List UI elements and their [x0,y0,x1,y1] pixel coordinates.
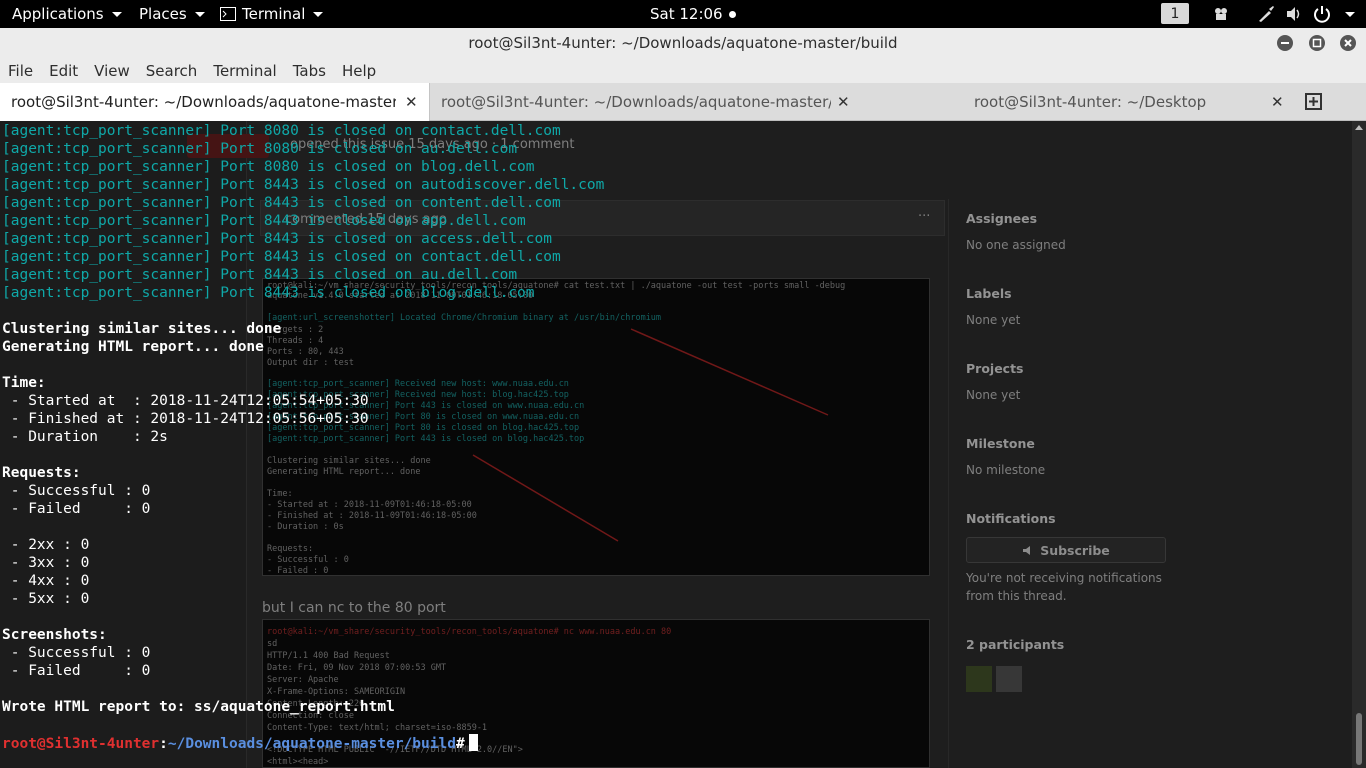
close-icon[interactable]: ✕ [1271,93,1284,111]
applications-label: Applications [12,5,104,23]
tab-2[interactable]: root@Sil3nt-4unter: ~/Downloads/aquatone… [430,83,862,121]
terminal-scrollbar[interactable] [1352,121,1366,768]
maximize-button[interactable] [1309,35,1325,51]
menubar: File Edit View Search Terminal Tabs Help [0,58,1366,83]
status-4xx: - 4xx : 0 [2,573,90,589]
notification-dot-icon [728,10,736,18]
bg-shot2-line: <html><head> [267,757,329,767]
tab-2-label: root@Sil3nt-4unter: ~/Downloads/aquatone… [441,93,831,111]
scanner-line: [agent:tcp_port_scanner] Port 8080 is cl… [2,123,561,139]
chevron-down-icon [194,11,205,17]
clock[interactable]: Sat 12:06 [650,0,736,28]
tab-3[interactable]: root@Sil3nt-4unter: ~/Desktop ✕ [862,83,1294,121]
screenshots-successful: - Successful : 0 [2,645,151,661]
screenshots-header: Screenshots: [2,627,107,643]
places-menu[interactable]: Places [139,0,205,28]
new-tab-icon[interactable] [1305,93,1322,110]
clustering-line: Clustering similar sites... done [2,321,282,337]
workspace-indicator[interactable]: 1 [1161,3,1189,24]
top-panel: Applications Places Terminal Sat 12:06 1 [0,0,1366,28]
tab-1[interactable]: root@Sil3nt-4unter: ~/Downloads/aquatone… [0,83,430,121]
menu-terminal[interactable]: Terminal [205,62,284,80]
scanner-line: [agent:tcp_port_scanner] Port 8443 is cl… [2,195,561,211]
window-title: root@Sil3nt-4unter: ~/Downloads/aquatone… [468,34,898,52]
volume-icon[interactable] [1285,5,1303,23]
power-icon[interactable] [1313,5,1331,23]
prompt-user: root@Sil3nt-4unter [2,736,160,752]
terminal-view[interactable]: opened this issue 15 days ago · 1 commen… [0,121,1352,768]
scanner-line: [agent:tcp_port_scanner] Port 8443 is cl… [2,285,535,301]
wrote-report-line: Wrote HTML report to: ss/aquatone_report… [2,699,395,715]
finished-line: - Finished at : 2018-11-24T12:05:56+05:3… [2,411,369,427]
close-icon[interactable]: ✕ [405,93,418,111]
menu-edit[interactable]: Edit [41,62,86,80]
time-header: Time: [2,375,46,391]
clock-text: Sat 12:06 [650,5,723,23]
scanner-line: [agent:tcp_port_scanner] Port 8080 is cl… [2,141,518,157]
shell-prompt[interactable]: root@Sil3nt-4unter:~/Downloads/aquatone-… [2,734,1352,753]
requests-successful: - Successful : 0 [2,483,151,499]
prompt-hash: # [455,736,465,752]
chevron-down-icon [111,11,122,17]
close-window-button[interactable] [1340,35,1356,51]
screenshots-failed: - Failed : 0 [2,663,151,679]
window-titlebar[interactable]: root@Sil3nt-4unter: ~/Downloads/aquatone… [0,28,1366,58]
prompt-separator: : [159,736,168,752]
menu-file[interactable]: File [0,62,41,80]
requests-header: Requests: [2,465,81,481]
minimize-button[interactable] [1277,35,1293,51]
scroll-up-icon[interactable] [1355,124,1363,130]
menu-tabs[interactable]: Tabs [285,62,334,80]
places-label: Places [139,5,187,23]
status-3xx: - 3xx : 0 [2,555,90,571]
scroll-thumb[interactable] [1356,713,1362,765]
tab-3-label: root@Sil3nt-4unter: ~/Desktop [974,93,1207,111]
tab-bar: root@Sil3nt-4unter: ~/Downloads/aquatone… [0,83,1366,121]
tab-1-label: root@Sil3nt-4unter: ~/Downloads/aquatone… [11,93,396,111]
requests-failed: - Failed : 0 [2,501,151,517]
menu-view[interactable]: View [86,62,138,80]
scanner-line: [agent:tcp_port_scanner] Port 8443 is cl… [2,231,552,247]
terminal-icon [220,7,236,21]
scanner-line: [agent:tcp_port_scanner] Port 8443 is cl… [2,267,518,283]
close-icon[interactable]: ✕ [837,93,850,111]
scanner-line: [agent:tcp_port_scanner] Port 8443 is cl… [2,249,561,265]
chevron-down-icon [313,11,324,17]
system-menu-chevron-icon[interactable] [1345,12,1355,17]
status-5xx: - 5xx : 0 [2,591,90,607]
video-camera-icon[interactable] [1213,5,1231,23]
prompt-path: ~/Downloads/aquatone-master/build [167,736,456,752]
started-line: - Started at : 2018-11-24T12:05:54+05:30 [2,393,369,409]
status-2xx: - 2xx : 0 [2,537,90,553]
menu-help[interactable]: Help [334,62,384,80]
applications-menu[interactable]: Applications [12,0,122,28]
generating-line: Generating HTML report... done [2,339,264,355]
scanner-line: [agent:tcp_port_scanner] Port 8443 is cl… [2,213,526,229]
menu-search[interactable]: Search [138,62,206,80]
terminal-app-menu[interactable]: Terminal [220,0,324,28]
terminal-output: [agent:tcp_port_scanner] Port 8080 is cl… [2,122,1352,753]
pen-icon[interactable] [1257,5,1275,23]
duration-line: - Duration : 2s [2,429,168,445]
text-cursor [468,734,478,751]
terminal-label: Terminal [242,5,306,23]
scanner-line: [agent:tcp_port_scanner] Port 8443 is cl… [2,177,605,193]
scanner-line: [agent:tcp_port_scanner] Port 8080 is cl… [2,159,535,175]
